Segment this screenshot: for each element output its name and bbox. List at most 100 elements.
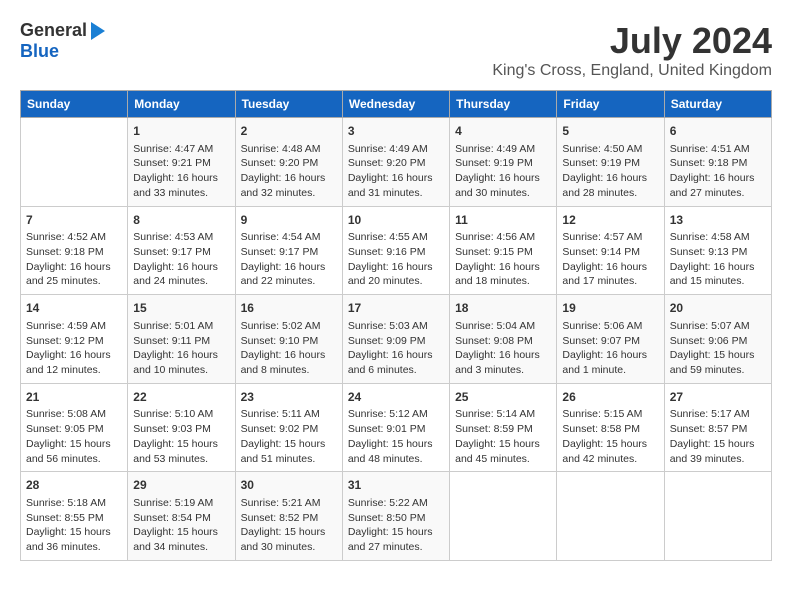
day-number: 13 xyxy=(670,212,766,229)
day-info-line: Sunset: 9:10 PM xyxy=(241,334,337,349)
day-info-line: and 34 minutes. xyxy=(133,540,229,555)
day-info-line: Daylight: 16 hours xyxy=(562,260,658,275)
day-info-line: and 20 minutes. xyxy=(348,274,444,289)
day-info-line: Sunset: 8:59 PM xyxy=(455,422,551,437)
day-info-line: Daylight: 15 hours xyxy=(348,437,444,452)
day-info-line: and 39 minutes. xyxy=(670,452,766,467)
day-info-line: and 31 minutes. xyxy=(348,186,444,201)
day-info-line: and 8 minutes. xyxy=(241,363,337,378)
day-info-line: Sunrise: 4:53 AM xyxy=(133,230,229,245)
day-info-line: Daylight: 16 hours xyxy=(348,260,444,275)
calendar-day-cell: 16 Sunrise: 5:02 AMSunset: 9:10 PMDayligh… xyxy=(235,295,342,384)
day-info-line: Sunrise: 4:58 AM xyxy=(670,230,766,245)
day-info-line: Sunset: 9:08 PM xyxy=(455,334,551,349)
day-info-line: Sunset: 9:20 PM xyxy=(348,156,444,171)
calendar-day-cell: 30Sunrise: 5:21 AMSunset: 8:52 PMDayligh… xyxy=(235,472,342,561)
logo-general-text: General xyxy=(20,20,87,41)
day-info-line: Sunrise: 5:07 AM xyxy=(670,319,766,334)
day-info-line: and 24 minutes. xyxy=(133,274,229,289)
day-number: 11 xyxy=(455,212,551,229)
day-number: 18 xyxy=(455,300,551,317)
calendar-day-cell: 22Sunrise: 5:10 AMSunset: 9:03 PMDayligh… xyxy=(128,383,235,472)
day-info-line: Sunrise: 4:50 AM xyxy=(562,142,658,157)
calendar-day-cell: 2Sunrise: 4:48 AMSunset: 9:20 PMDaylight… xyxy=(235,118,342,207)
month-title: July 2024 xyxy=(492,20,772,62)
calendar-week-row: 21Sunrise: 5:08 AMSunset: 9:05 PMDayligh… xyxy=(21,383,772,472)
day-info-line: Daylight: 16 hours xyxy=(241,171,337,186)
day-info-line: and 10 minutes. xyxy=(133,363,229,378)
day-info-line: Sunrise: 5:10 AM xyxy=(133,407,229,422)
day-info-line: Daylight: 16 hours xyxy=(241,260,337,275)
calendar-day-cell: 7Sunrise: 4:52 AMSunset: 9:18 PMDaylight… xyxy=(21,206,128,295)
day-info-line: Sunset: 9:02 PM xyxy=(241,422,337,437)
day-info-line: Sunset: 9:01 PM xyxy=(348,422,444,437)
calendar-week-row: 14Sunrise: 4:59 AMSunset: 9:12 PMDayligh… xyxy=(21,295,772,384)
day-info-line: Sunset: 9:13 PM xyxy=(670,245,766,260)
day-number: 6 xyxy=(670,123,766,140)
day-info-line: and 48 minutes. xyxy=(348,452,444,467)
day-number: 24 xyxy=(348,389,444,406)
day-number: 29 xyxy=(133,477,229,494)
day-info-line: Sunset: 9:19 PM xyxy=(455,156,551,171)
calendar-day-cell xyxy=(557,472,664,561)
day-number: 30 xyxy=(241,477,337,494)
calendar-day-cell: 20Sunrise: 5:07 AMSunset: 9:06 PMDayligh… xyxy=(664,295,771,384)
day-info-line: and 53 minutes. xyxy=(133,452,229,467)
day-number: 25 xyxy=(455,389,551,406)
calendar-day-cell: 15Sunrise: 5:01 AMSunset: 9:11 PMDayligh… xyxy=(128,295,235,384)
calendar-day-cell: 25Sunrise: 5:14 AMSunset: 8:59 PMDayligh… xyxy=(450,383,557,472)
calendar-day-cell: 17Sunrise: 5:03 AMSunset: 9:09 PMDayligh… xyxy=(342,295,449,384)
day-info-line: Daylight: 16 hours xyxy=(241,348,337,363)
calendar-day-cell: 23Sunrise: 5:11 AMSunset: 9:02 PMDayligh… xyxy=(235,383,342,472)
day-info-line: Sunset: 9:15 PM xyxy=(455,245,551,260)
day-info-line: and 32 minutes. xyxy=(241,186,337,201)
day-info-line: Sunset: 8:55 PM xyxy=(26,511,122,526)
logo-triangle-icon xyxy=(91,22,105,40)
calendar-day-cell: 3Sunrise: 4:49 AMSunset: 9:20 PMDaylight… xyxy=(342,118,449,207)
day-info-line: Daylight: 15 hours xyxy=(133,437,229,452)
day-info-line: and 33 minutes. xyxy=(133,186,229,201)
day-number: 23 xyxy=(241,389,337,406)
day-info-line: Daylight: 16 hours xyxy=(670,260,766,275)
day-info-line: Sunrise: 5:22 AM xyxy=(348,496,444,511)
weekday-header-cell: Saturday xyxy=(664,91,771,118)
day-info-line: and 27 minutes. xyxy=(348,540,444,555)
day-info-line: Sunrise: 5:11 AM xyxy=(241,407,337,422)
day-info-line: and 18 minutes. xyxy=(455,274,551,289)
day-info-line: Sunrise: 4:51 AM xyxy=(670,142,766,157)
day-info-line: Daylight: 16 hours xyxy=(26,348,122,363)
day-number: 1 xyxy=(133,123,229,140)
day-info-line: Sunset: 9:14 PM xyxy=(562,245,658,260)
calendar-day-cell: 24Sunrise: 5:12 AMSunset: 9:01 PMDayligh… xyxy=(342,383,449,472)
day-number: 20 xyxy=(670,300,766,317)
weekday-header-row: SundayMondayTuesdayWednesdayThursdayFrid… xyxy=(21,91,772,118)
day-info-line: Sunrise: 5:04 AM xyxy=(455,319,551,334)
day-info-line: Daylight: 16 hours xyxy=(670,171,766,186)
day-number: 17 xyxy=(348,300,444,317)
day-info-line: and 25 minutes. xyxy=(26,274,122,289)
day-info-line: Sunrise: 5:17 AM xyxy=(670,407,766,422)
day-info-line: Sunrise: 4:52 AM xyxy=(26,230,122,245)
day-number: 16 xyxy=(241,300,337,317)
day-info-line: Sunrise: 4:55 AM xyxy=(348,230,444,245)
day-info-line: Sunrise: 5:02 AM xyxy=(241,319,337,334)
day-info-line: and 1 minute. xyxy=(562,363,658,378)
weekday-header-cell: Friday xyxy=(557,91,664,118)
calendar-table: SundayMondayTuesdayWednesdayThursdayFrid… xyxy=(20,90,772,561)
day-info-line: Sunset: 9:11 PM xyxy=(133,334,229,349)
day-number: 26 xyxy=(562,389,658,406)
calendar-day-cell xyxy=(450,472,557,561)
day-info-line: Daylight: 15 hours xyxy=(562,437,658,452)
day-info-line: and 17 minutes. xyxy=(562,274,658,289)
calendar-day-cell: 4Sunrise: 4:49 AMSunset: 9:19 PMDaylight… xyxy=(450,118,557,207)
day-info-line: Sunset: 9:16 PM xyxy=(348,245,444,260)
calendar-day-cell: 13Sunrise: 4:58 AMSunset: 9:13 PMDayligh… xyxy=(664,206,771,295)
day-info-line: Sunset: 9:18 PM xyxy=(670,156,766,171)
day-number: 5 xyxy=(562,123,658,140)
weekday-header-cell: Thursday xyxy=(450,91,557,118)
calendar-week-row: 28Sunrise: 5:18 AMSunset: 8:55 PMDayligh… xyxy=(21,472,772,561)
day-info-line: Sunset: 8:50 PM xyxy=(348,511,444,526)
weekday-header-cell: Sunday xyxy=(21,91,128,118)
day-info-line: Sunset: 8:52 PM xyxy=(241,511,337,526)
day-info-line: Daylight: 16 hours xyxy=(455,348,551,363)
